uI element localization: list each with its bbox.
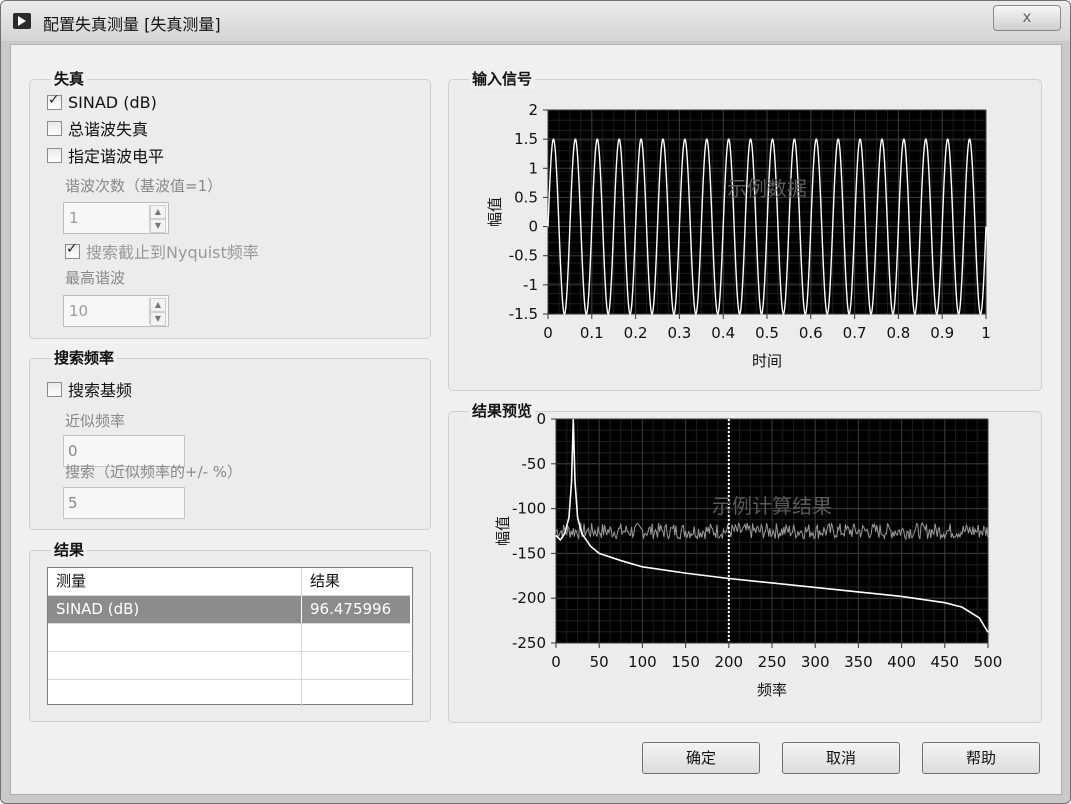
y-tick-label: 1: [528, 159, 538, 177]
search-fundamental-checkbox-row[interactable]: 搜索基频: [47, 379, 133, 400]
x-tick-label: 0.8: [886, 324, 910, 342]
search-fundamental-checkbox[interactable]: [47, 381, 62, 397]
results-group-title: 结果: [51, 539, 88, 560]
title-bar: 配置失真测量 [失真测量] x: [1, 1, 1070, 41]
x-tick-label: 350: [844, 653, 873, 671]
nyquist-checkbox-row[interactable]: 搜索截止到Nyquist频率: [65, 241, 259, 262]
y-tick-label: -50: [522, 455, 547, 473]
x-tick-label: 300: [801, 653, 830, 671]
window-title: 配置失真测量 [失真测量]: [43, 15, 221, 34]
sinad-label: SINAD (dB): [68, 92, 157, 112]
table-row[interactable]: [48, 680, 410, 707]
labview-app-icon: [13, 13, 31, 29]
harmonic-order-label: 谐波次数（基波值=1）: [65, 177, 223, 195]
table-header-row: 测量 结果: [48, 568, 410, 596]
x-tick-label: 0.1: [580, 324, 604, 342]
chart-watermark: 示例计算结果: [712, 494, 832, 518]
close-button[interactable]: x: [993, 5, 1061, 31]
harmonic-order-stepper[interactable]: 1 ▲ ▼: [63, 202, 169, 234]
x-tick-label: 50: [590, 653, 609, 671]
y-tick-label: -1: [523, 276, 538, 294]
table-cell-measurement: SINAD (dB): [56, 600, 140, 618]
spin-down-icon[interactable]: ▼: [150, 219, 166, 233]
x-tick-label: 400: [887, 653, 916, 671]
x-tick-label: 0.4: [711, 324, 735, 342]
results-table: 测量 结果 SINAD (dB) 96.475996: [47, 567, 413, 707]
nyquist-checkbox[interactable]: [65, 241, 80, 259]
spin-up-icon[interactable]: ▲: [150, 205, 166, 219]
sinad-checkbox[interactable]: [47, 92, 62, 110]
spin-down-icon[interactable]: ▼: [150, 312, 166, 326]
ok-button[interactable]: 确定: [642, 742, 760, 774]
highest-harmonic-value: 10: [69, 302, 89, 320]
y-tick-label: 1.5: [514, 130, 538, 148]
search-range-field[interactable]: 5: [63, 487, 185, 519]
input-signal-chart: 0 0.1 0.2 0.3 0.4 0.5 0.6 0.7 0.8 0.9 1 2 1.5 1 0.5 0 -0…: [486, 101, 991, 370]
approx-frequency-label: 近似频率: [65, 412, 126, 430]
x-tick-label: 500: [974, 653, 1003, 671]
x-tick-label: 0.3: [667, 324, 691, 342]
x-tick-label: 200: [714, 653, 743, 671]
x-tick-label: 0.2: [624, 324, 648, 342]
x-tick-label: 0.9: [930, 324, 954, 342]
x-tick-label: 0.6: [799, 324, 823, 342]
x-axis-label: 时间: [752, 352, 782, 370]
table-row[interactable]: [48, 624, 410, 652]
sinad-checkbox-row[interactable]: SINAD (dB): [47, 92, 157, 112]
highest-harmonic-label: 最高谐波: [65, 269, 126, 287]
y-axis-label: 幅值: [494, 516, 512, 546]
search-frequency-group-title: 搜索频率: [51, 347, 118, 368]
specified-harmonic-label: 指定谐波电平: [68, 147, 165, 166]
x-tick-label: 450: [930, 653, 959, 671]
x-tick-label: 250: [758, 653, 787, 671]
spin-up-icon[interactable]: ▲: [150, 298, 166, 312]
x-tick-label: 0.5: [755, 324, 779, 342]
table-header-result: 结果: [301, 568, 410, 595]
x-tick-label: 1: [981, 324, 991, 342]
table-cell-result: 96.475996: [301, 596, 410, 623]
y-tick-label: 2: [528, 101, 538, 119]
nyquist-label: 搜索截止到Nyquist频率: [86, 243, 259, 262]
table-header-measurement: 测量: [56, 572, 87, 590]
dialog-client: 失真 SINAD (dB) 总谐波失真 指定谐波电平 谐波次数（基波值=1） 1…: [10, 44, 1062, 795]
y-tick-label: 0: [536, 411, 546, 428]
thd-checkbox-row[interactable]: 总谐波失真: [47, 118, 149, 139]
table-row[interactable]: SINAD (dB) 96.475996: [48, 596, 410, 624]
approx-frequency-value: 0: [68, 442, 78, 460]
y-tick-label: -1.5: [509, 305, 538, 323]
x-axis-label: 频率: [757, 681, 787, 699]
y-tick-label: -150: [512, 544, 546, 562]
search-range-label: 搜索（近似频率的+/- %）: [65, 463, 243, 481]
x-tick-label: 0: [551, 653, 561, 671]
x-tick-label: 150: [671, 653, 700, 671]
search-fundamental-label: 搜索基频: [68, 381, 133, 400]
dialog-window: 配置失真测量 [失真测量] x 失真 SINAD (dB) 总谐波失真 指定谐波…: [0, 0, 1071, 804]
y-tick-label: -0.5: [509, 247, 538, 265]
highest-harmonic-spin[interactable]: ▲ ▼: [149, 298, 166, 326]
harmonic-order-value: 1: [69, 209, 79, 227]
y-axis-label: 幅值: [486, 197, 504, 227]
y-tick-label: -100: [512, 500, 546, 518]
x-tick-label: 0.7: [843, 324, 867, 342]
result-preview-chart: 0 50 100 150 200 250 300 350 400 450 500 0 -50 -100 -1…: [494, 411, 1003, 699]
thd-checkbox[interactable]: [47, 120, 62, 136]
specified-harmonic-checkbox-row[interactable]: 指定谐波电平: [47, 145, 165, 166]
chart-watermark: 示例数据: [727, 177, 807, 201]
harmonic-order-spin[interactable]: ▲ ▼: [149, 205, 166, 233]
distortion-group-title: 失真: [51, 68, 88, 89]
thd-label: 总谐波失真: [68, 120, 149, 139]
y-tick-label: 0: [528, 218, 538, 236]
highest-harmonic-stepper[interactable]: 10 ▲ ▼: [63, 295, 169, 327]
cancel-button[interactable]: 取消: [782, 742, 900, 774]
y-tick-label: 0.5: [514, 188, 538, 206]
y-tick-label: -250: [512, 634, 546, 652]
specified-harmonic-checkbox[interactable]: [47, 147, 62, 163]
x-tick-label: 100: [628, 653, 657, 671]
y-tick-label: -200: [512, 589, 546, 607]
search-range-value: 5: [68, 494, 78, 512]
help-button[interactable]: 帮助: [922, 742, 1040, 774]
x-tick-label: 0: [543, 324, 553, 342]
table-row[interactable]: [48, 652, 410, 680]
